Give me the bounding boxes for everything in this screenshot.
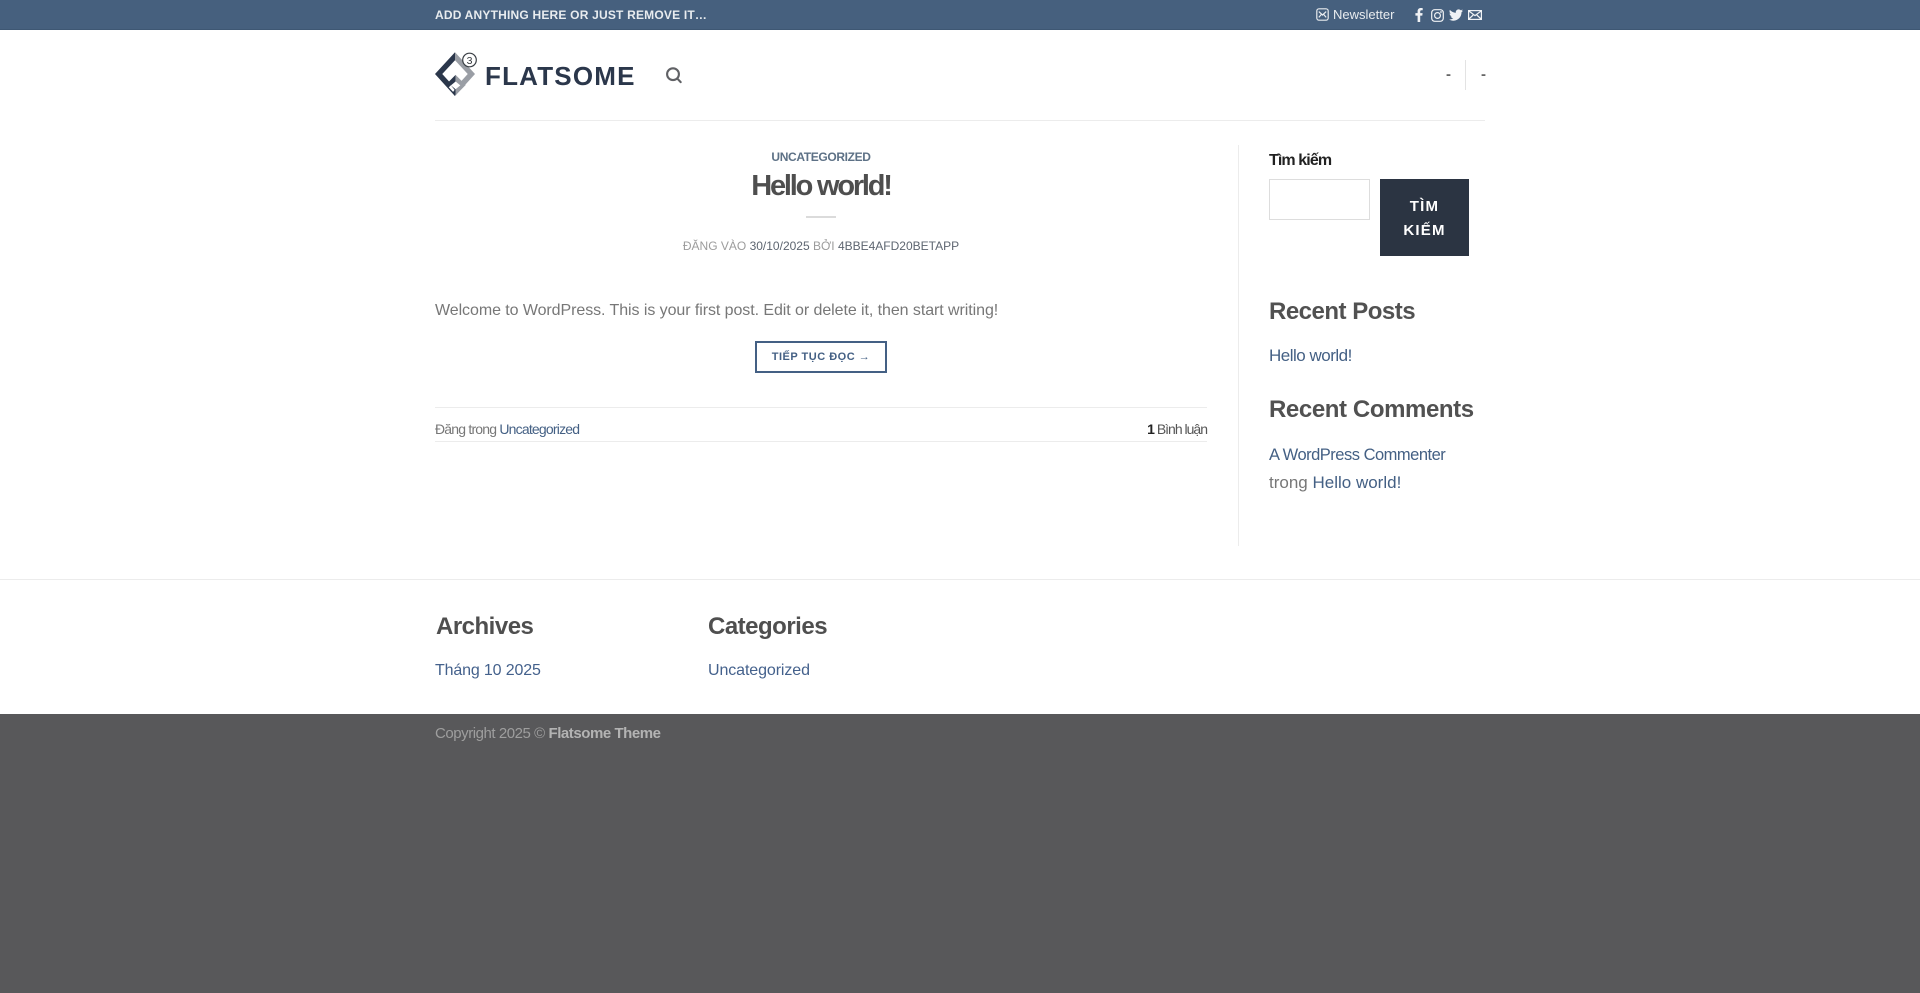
svg-text:3: 3	[467, 55, 473, 67]
